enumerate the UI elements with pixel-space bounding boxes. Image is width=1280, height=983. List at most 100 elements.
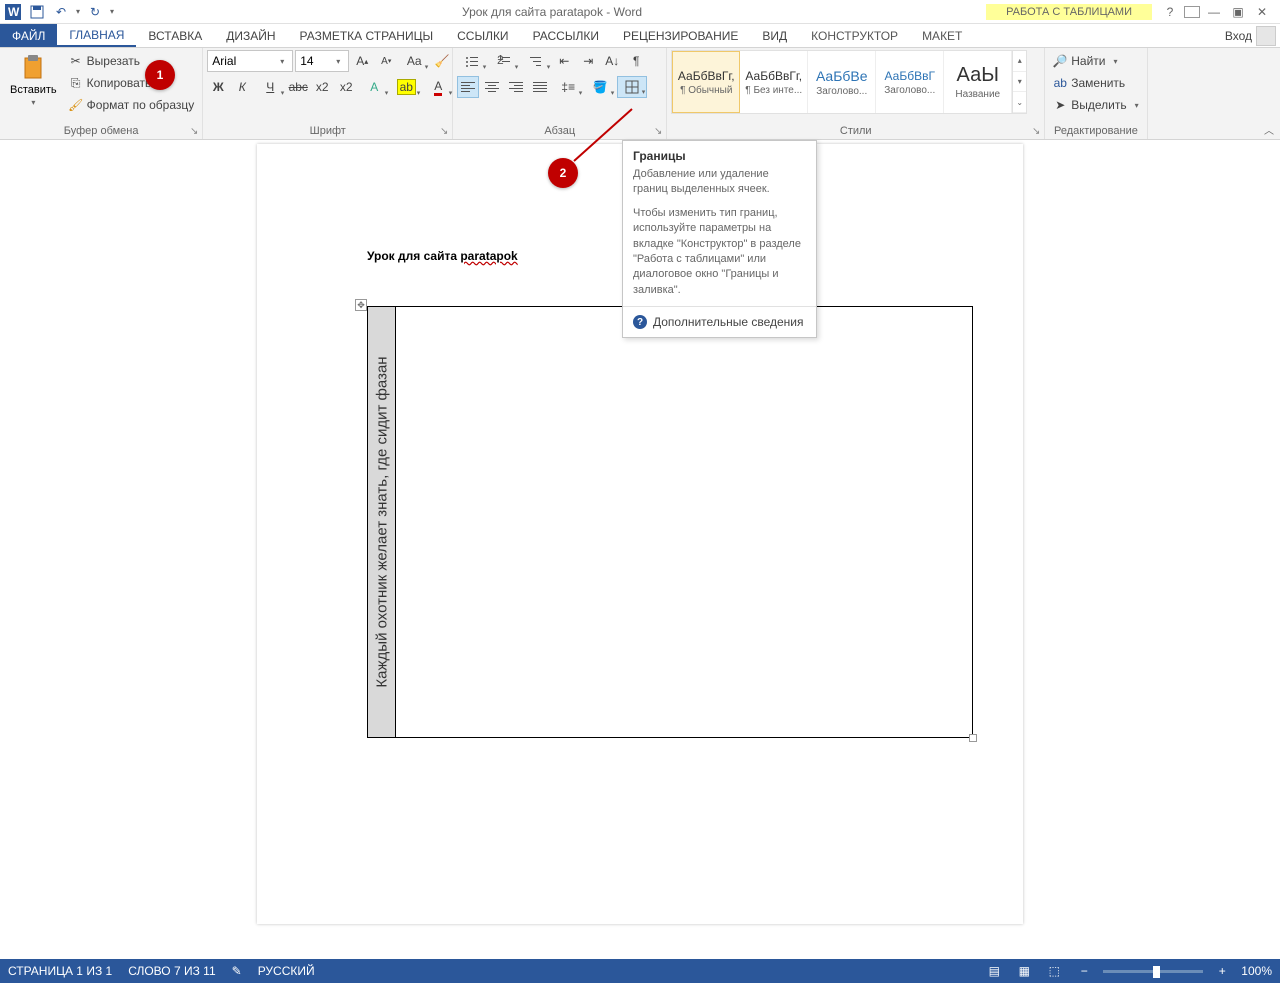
redo-icon[interactable]: ↻ [86,3,104,21]
styles-launcher-icon[interactable]: ↘ [1030,125,1042,137]
tab-page-layout[interactable]: РАЗМЕТКА СТРАНИЦЫ [288,24,446,47]
status-page[interactable]: СТРАНИЦА 1 ИЗ 1 [8,964,112,978]
undo-icon[interactable]: ↶ [52,3,70,21]
tab-insert[interactable]: ВСТАВКА [136,24,214,47]
highlight-icon[interactable]: ab [391,76,421,98]
read-mode-icon[interactable]: ▤ [983,962,1005,980]
paragraph-launcher-icon[interactable]: ↘ [652,125,664,137]
decrease-indent-icon[interactable]: ⇤ [553,50,575,72]
quick-access-toolbar: W ↶ ▾ ↻ ▾ [0,3,118,21]
word-app-icon[interactable]: W [4,3,22,21]
paste-button[interactable]: Вставить ▾ [4,50,63,111]
multilevel-list-icon[interactable] [521,50,551,72]
collapse-ribbon-icon[interactable]: ︿ [1264,122,1274,137]
replace-icon: ab [1053,76,1067,90]
web-layout-icon[interactable]: ⬚ [1043,962,1065,980]
print-layout-icon[interactable]: ▦ [1013,962,1035,980]
tab-mailings[interactable]: РАССЫЛКИ [521,24,611,47]
line-spacing-icon[interactable]: ‡≡ [553,76,583,98]
style-heading2[interactable]: АаБбВвГЗаголово... [876,51,944,113]
align-left-icon[interactable] [457,76,479,98]
scissors-icon: ✂ [69,54,83,68]
tab-review[interactable]: РЕЦЕНЗИРОВАНИЕ [611,24,750,47]
document-heading[interactable]: Урок для сайта paratapok [367,240,518,267]
justify-icon[interactable] [529,76,551,98]
table-cell-vertical[interactable]: Каждый охотник желает знать, где сидит ф… [368,307,396,737]
zoom-thumb-icon[interactable] [1153,966,1160,978]
style-heading1[interactable]: АаБбВеЗаголово... [808,51,876,113]
cut-button[interactable]: ✂Вырезать [65,50,199,72]
font-name-select[interactable]: Arial▾ [207,50,293,72]
close-icon[interactable]: ✕ [1252,3,1272,21]
callout-1: 1 [145,60,175,90]
window-title: Урок для сайта paratapok - Word [118,5,986,19]
underline-icon[interactable]: Ч [255,76,285,98]
zoom-level[interactable]: 100% [1241,964,1272,978]
style-no-spacing[interactable]: АаБбВвГг,¶ Без инте... [740,51,808,113]
status-language[interactable]: РУССКИЙ [258,964,315,978]
bold-icon[interactable]: Ж [207,76,229,98]
tab-view[interactable]: ВИД [750,24,799,47]
copy-button[interactable]: ⎘Копировать [65,72,199,94]
svg-text:W: W [8,5,20,19]
group-label-editing: Редактирование [1049,123,1142,139]
shrink-font-icon[interactable]: A▾ [375,50,397,72]
shading-icon[interactable]: 🪣 [585,76,615,98]
align-center-icon[interactable] [481,76,503,98]
table-tools-contextual-label: РАБОТА С ТАБЛИЦАМИ [986,4,1152,20]
align-right-icon[interactable] [505,76,527,98]
tooltip-more-link[interactable]: ? Дополнительные сведения [623,306,816,337]
ribbon-display-icon[interactable] [1184,6,1200,18]
minimize-icon[interactable]: — [1204,3,1224,21]
gallery-up-icon[interactable]: ▴ [1013,51,1026,72]
tab-file[interactable]: ФАЙЛ [0,24,57,47]
style-normal[interactable]: АаБбВвГг,¶ Обычный [672,51,740,113]
change-case-icon[interactable]: Aa [399,50,429,72]
help-icon[interactable]: ? [1160,3,1180,21]
clear-formatting-icon[interactable]: 🧹 [431,50,453,72]
show-marks-icon[interactable]: ¶ [625,50,647,72]
gallery-down-icon[interactable]: ▾ [1013,72,1026,93]
bullets-icon[interactable] [457,50,487,72]
strikethrough-icon[interactable]: abc [287,76,309,98]
style-title[interactable]: АаЫНазвание [944,51,1012,113]
proofing-icon[interactable]: ✎ [232,964,242,978]
tab-references[interactable]: ССЫЛКИ [445,24,520,47]
document-table[interactable]: Каждый охотник желает знать, где сидит ф… [367,306,973,738]
italic-icon[interactable]: К [231,76,253,98]
save-icon[interactable] [28,3,46,21]
tab-constructor[interactable]: КОНСТРУКТОР [799,24,910,47]
borders-icon[interactable] [617,76,647,98]
font-color-icon[interactable]: A [423,76,453,98]
tab-home[interactable]: ГЛАВНАЯ [57,24,136,47]
font-size-select[interactable]: 14▾ [295,50,349,72]
text-effects-icon[interactable]: A [359,76,389,98]
clipboard-launcher-icon[interactable]: ↘ [188,125,200,137]
superscript-icon[interactable]: x2 [335,76,357,98]
tab-table-layout[interactable]: МАКЕТ [910,24,974,47]
grow-font-icon[interactable]: A▴ [351,50,373,72]
paste-label: Вставить [10,84,57,96]
status-words[interactable]: СЛОВО 7 ИЗ 11 [128,964,215,978]
zoom-in-icon[interactable]: + [1211,962,1233,980]
replace-button[interactable]: abЗаменить [1049,72,1142,94]
increase-indent-icon[interactable]: ⇥ [577,50,599,72]
gallery-more-icon[interactable]: ⌄ [1013,92,1026,113]
brush-icon: 🖌 [69,98,83,112]
font-launcher-icon[interactable]: ↘ [438,125,450,137]
restore-icon[interactable]: ▣ [1228,3,1248,21]
tab-design[interactable]: ДИЗАЙН [214,24,287,47]
select-button[interactable]: ➤Выделить▾ [1049,94,1142,116]
numbering-icon[interactable]: 12 [489,50,519,72]
find-button[interactable]: 🔎Найти▾ [1049,50,1142,72]
group-label-font: Шрифт [207,123,448,139]
sort-icon[interactable]: A↓ [601,50,623,72]
subscript-icon[interactable]: x2 [311,76,333,98]
zoom-out-icon[interactable]: − [1073,962,1095,980]
format-painter-button[interactable]: 🖌Формат по образцу [65,94,199,116]
table-resize-handle-icon[interactable] [969,734,977,742]
account-signin[interactable]: Вход [1225,26,1276,46]
signin-label: Вход [1225,29,1252,43]
zoom-slider[interactable] [1103,970,1203,973]
table-move-handle-icon[interactable]: ✥ [355,299,367,311]
